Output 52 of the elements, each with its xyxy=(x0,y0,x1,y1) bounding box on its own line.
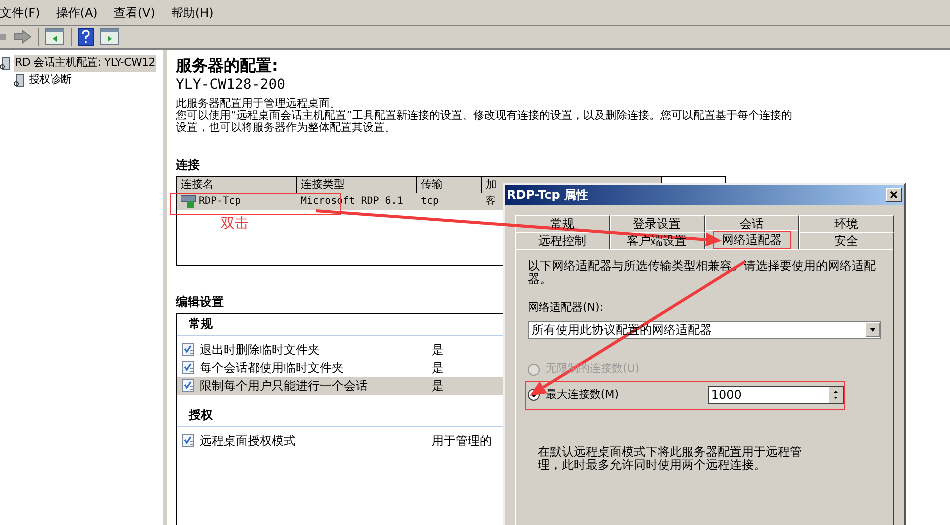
menu-item[interactable]: 操作(A) xyxy=(56,4,98,22)
field-label: 网络适配器(N): xyxy=(528,300,605,316)
checklist-icon xyxy=(182,343,196,357)
server-icon xyxy=(0,56,12,70)
table-cell-text: 客 xyxy=(486,194,496,209)
tab[interactable]: 环境 xyxy=(799,215,894,232)
dropdown-caret-icon xyxy=(866,322,880,336)
tab[interactable]: 远程控制 xyxy=(515,232,610,249)
checklist-icon xyxy=(182,434,196,448)
section-heading: 连接 xyxy=(176,157,200,174)
menu-item[interactable]: 文件(F) xyxy=(0,4,40,22)
spin-field[interactable]: 1000 xyxy=(708,386,844,404)
setting-row[interactable]: 退出时删除临时文件夹 是 xyxy=(177,341,516,359)
table-cell-text: RDP-Tcp xyxy=(199,195,242,209)
network-icon xyxy=(181,195,197,208)
close-icon xyxy=(890,191,898,199)
setting-row[interactable]: 每个会话都使用临时文件夹 是 xyxy=(177,359,516,377)
spin-arrows-icon xyxy=(829,387,843,403)
page-title: 服务器的配置: xyxy=(176,56,278,76)
description-text: 您可以使用“远程桌面会话主机配置”工具配置新连接的设置、修改现有连接的设置，以及删除连接。您可以配置基于每个连接的设置，也可以将服务器作为整体配置其设置。 xyxy=(176,110,794,134)
setting-name: 限制每个用户只能进行一个会话 xyxy=(200,378,369,395)
table-cell-text: tcp xyxy=(421,195,440,209)
checklist-icon xyxy=(182,379,196,393)
description-text: 此服务器配置用于管理远程桌面。 xyxy=(176,98,342,110)
radio-label: 最大连接数(M) xyxy=(546,386,620,403)
help-icon[interactable] xyxy=(78,28,94,46)
tree-item[interactable]: RD 会话主机配置: YLY-CW12 xyxy=(14,55,156,72)
close-button[interactable] xyxy=(886,188,902,202)
section-heading: 编辑设置 xyxy=(176,294,224,311)
annotation-label: 双击 xyxy=(221,216,249,232)
tab[interactable]: 安全 xyxy=(799,232,894,249)
forward-icon[interactable] xyxy=(14,30,32,44)
tab[interactable]: 登录设置 xyxy=(610,215,704,232)
radio-label: 无限制的连接数(U) xyxy=(546,361,641,378)
checklist-icon xyxy=(182,361,196,375)
setting-value: 是 xyxy=(432,360,444,377)
setting-value: 是 xyxy=(432,378,444,395)
panel-icon[interactable] xyxy=(100,28,120,46)
setting-value: 是 xyxy=(432,342,444,359)
panel-icon[interactable] xyxy=(45,28,65,46)
setting-value: 用于管理的 xyxy=(432,433,492,450)
column-header[interactable]: 连接名 xyxy=(177,177,297,193)
note-text: 在默认远程桌面模式下将此服务器配置用于远程管理，此时最多允许同时使用两个远程连接。 xyxy=(538,446,803,472)
menu-item[interactable]: 帮助(H) xyxy=(171,4,214,22)
setting-name: 远程桌面授权模式 xyxy=(200,433,297,450)
setting-row[interactable]: 远程桌面授权模式 用于管理的 xyxy=(177,432,516,450)
setting-name: 每个会话都使用临时文件夹 xyxy=(200,360,345,377)
menu-item[interactable]: 查看(V) xyxy=(114,4,156,22)
tree-item[interactable]: 授权诊断 xyxy=(28,72,73,89)
server-name: YLY-CW128-200 xyxy=(176,76,286,94)
setting-name: 退出时删除临时文件夹 xyxy=(200,342,321,359)
server-icon xyxy=(14,74,26,88)
